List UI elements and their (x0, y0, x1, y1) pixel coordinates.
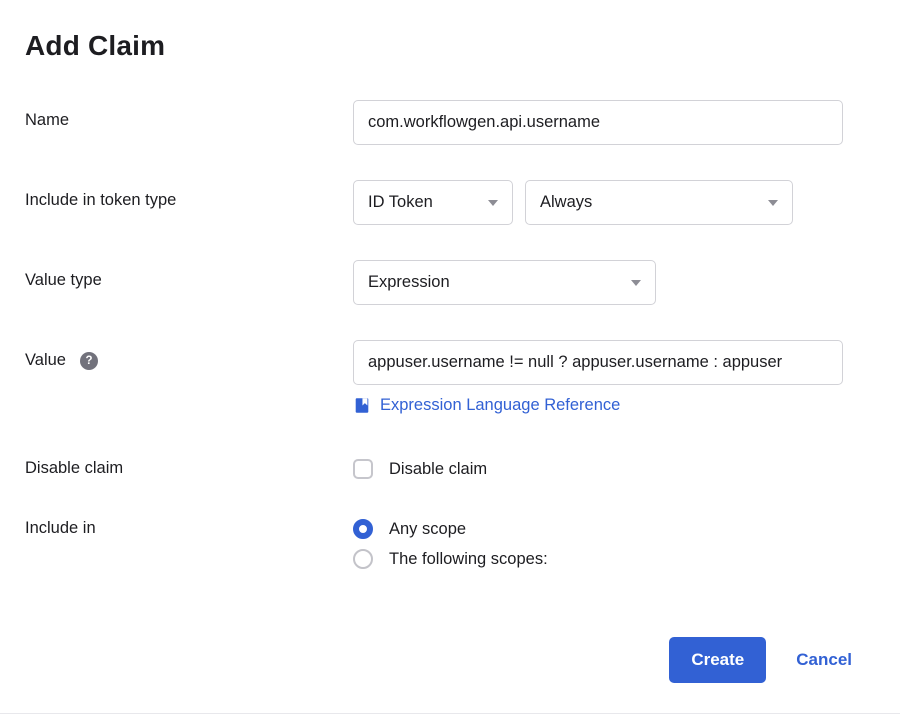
cancel-button[interactable]: Cancel (796, 650, 852, 670)
name-label: Name (0, 100, 353, 130)
token-type-dropdown[interactable]: ID Token (353, 180, 513, 225)
chevron-down-icon (768, 200, 778, 206)
radio-following-scopes[interactable] (353, 549, 373, 569)
help-icon[interactable]: ? (80, 352, 98, 370)
dialog-actions: Create Cancel (669, 637, 852, 683)
token-type-row: Include in token type ID Token Always (0, 180, 900, 225)
include-in-option-any-scope[interactable]: Any scope (353, 519, 548, 539)
token-type-label: Include in token type (0, 180, 353, 210)
expression-language-reference-link[interactable]: Expression Language Reference (353, 396, 620, 415)
create-button[interactable]: Create (669, 637, 766, 683)
include-in-row: Include in Any scope The following scope… (0, 519, 900, 569)
include-in-label: Include in (0, 519, 353, 538)
radio-any-scope-label: Any scope (389, 520, 466, 539)
name-row: Name (0, 100, 900, 145)
value-input[interactable] (353, 340, 843, 385)
radio-following-scopes-label: The following scopes: (389, 550, 548, 569)
disable-claim-option[interactable]: Disable claim (353, 459, 487, 479)
token-frequency-dropdown[interactable]: Always (525, 180, 793, 225)
add-claim-dialog: Add Claim Name Include in token type ID … (0, 0, 900, 714)
value-type-dropdown-value: Expression (368, 273, 450, 292)
value-row: Value ? Expression Language Reference (0, 340, 900, 415)
disable-claim-checkbox[interactable] (353, 459, 373, 479)
disable-claim-row: Disable claim Disable claim (0, 459, 900, 479)
radio-any-scope[interactable] (353, 519, 373, 539)
value-type-label: Value type (0, 260, 353, 290)
disable-claim-label: Disable claim (0, 459, 353, 478)
value-label: Value ? (0, 340, 353, 370)
include-in-option-following-scopes[interactable]: The following scopes: (353, 549, 548, 569)
page-title: Add Claim (0, 0, 900, 62)
value-type-row: Value type Expression (0, 260, 900, 305)
chevron-down-icon (631, 280, 641, 286)
chevron-down-icon (488, 200, 498, 206)
token-frequency-dropdown-value: Always (540, 193, 592, 212)
name-input[interactable] (353, 100, 843, 145)
book-icon (353, 396, 371, 415)
token-type-dropdown-value: ID Token (368, 193, 433, 212)
value-type-dropdown[interactable]: Expression (353, 260, 656, 305)
disable-claim-checkbox-label: Disable claim (389, 460, 487, 479)
